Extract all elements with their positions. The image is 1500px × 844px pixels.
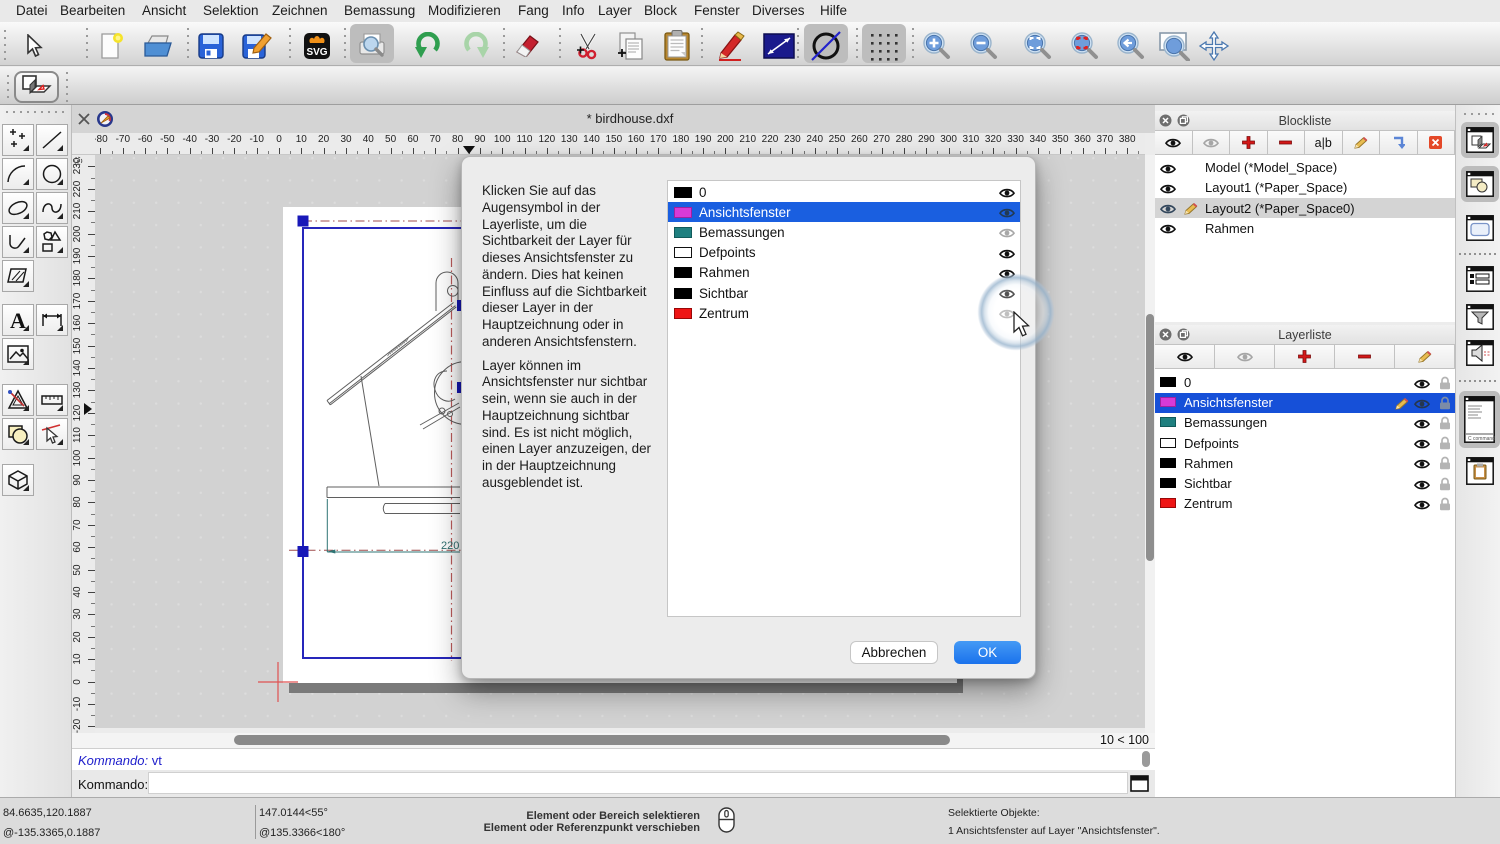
svg-text:220: 220 [441,540,459,552]
svg-text:SVG: SVG [306,47,327,58]
svg-text:A: A [10,308,26,332]
svg-text:C command: C command [1468,436,1495,442]
